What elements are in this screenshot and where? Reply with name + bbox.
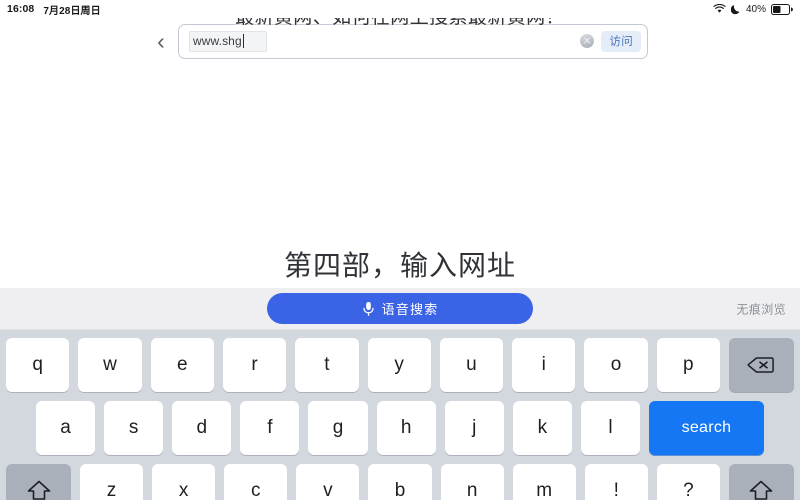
- search-key[interactable]: search: [648, 401, 764, 455]
- key-a[interactable]: a: [36, 401, 96, 455]
- status-time: 16:08: [7, 3, 35, 15]
- shift-icon: [748, 479, 774, 500]
- url-field-actions: 访问: [580, 30, 641, 52]
- key-d[interactable]: d: [172, 401, 232, 455]
- key-m[interactable]: m: [512, 464, 576, 500]
- backspace-key[interactable]: [728, 338, 794, 392]
- shift-key-right[interactable]: [728, 464, 794, 500]
- key-h[interactable]: h: [376, 401, 436, 455]
- moon-icon: [730, 4, 741, 15]
- key-t[interactable]: t: [295, 338, 359, 392]
- phone-screen: 16:08 7月28日周日 40% ‹ www.shg 访问 第四部，输入网址 …: [0, 0, 800, 500]
- key-question[interactable]: ?: [656, 464, 720, 500]
- key-r[interactable]: r: [222, 338, 287, 392]
- key-p[interactable]: p: [656, 338, 720, 392]
- keyboard-row-1: q w e r t y u i o p: [6, 338, 794, 392]
- clear-circle-icon[interactable]: [580, 34, 595, 48]
- battery-percent-label: 40%: [745, 3, 766, 15]
- status-bar-right: 40%: [713, 3, 793, 15]
- status-bar: 16:08 7月28日周日 40%: [0, 0, 800, 18]
- keyboard-rows: q w e r t y u i o p a s d f g h j k l se…: [0, 330, 800, 500]
- status-bar-left: 16:08 7月28日周日: [7, 2, 101, 17]
- key-c[interactable]: c: [224, 464, 288, 500]
- url-field[interactable]: www.shg 访问: [178, 23, 648, 59]
- key-y[interactable]: y: [367, 338, 431, 392]
- key-i[interactable]: i: [512, 338, 576, 392]
- shift-icon: [26, 479, 52, 500]
- keyboard-toolbar: 语音搜索 无痕浏览: [0, 288, 800, 330]
- key-n[interactable]: n: [440, 464, 504, 500]
- key-b[interactable]: b: [368, 464, 432, 500]
- virtual-keyboard: 语音搜索 无痕浏览 q w e r t y u i o p a s d f g …: [0, 288, 800, 500]
- keyboard-row-2: a s d f g h j k l search: [6, 401, 794, 455]
- battery-icon: [771, 3, 793, 15]
- key-o[interactable]: o: [584, 338, 648, 392]
- key-u[interactable]: u: [439, 338, 504, 392]
- key-s[interactable]: s: [104, 401, 164, 455]
- text-caret: [242, 34, 245, 48]
- key-q[interactable]: q: [6, 338, 70, 392]
- key-exclamation[interactable]: !: [584, 464, 648, 500]
- visit-button[interactable]: 访问: [601, 30, 641, 52]
- wifi-icon: [713, 4, 726, 14]
- status-date: 7月28日周日: [43, 5, 101, 17]
- key-j[interactable]: j: [444, 401, 504, 455]
- incognito-button[interactable]: 无痕浏览: [736, 300, 786, 317]
- key-g[interactable]: g: [308, 401, 368, 455]
- key-v[interactable]: v: [296, 464, 360, 500]
- voice-search-button[interactable]: 语音搜索: [267, 293, 533, 324]
- key-z[interactable]: z: [80, 464, 144, 500]
- key-f[interactable]: f: [240, 401, 300, 455]
- keyboard-row-3: z x c v b n m ! ?: [6, 464, 794, 500]
- microphone-icon: [362, 301, 375, 317]
- key-x[interactable]: x: [152, 464, 216, 500]
- key-l[interactable]: l: [580, 401, 640, 455]
- voice-search-label: 语音搜索: [381, 302, 439, 317]
- step-caption: 第四部，输入网址: [283, 250, 516, 281]
- backspace-icon: [747, 355, 775, 375]
- key-w[interactable]: w: [78, 338, 142, 392]
- key-e[interactable]: e: [150, 338, 214, 392]
- key-k[interactable]: k: [512, 401, 572, 455]
- url-input[interactable]: www.shg: [193, 34, 242, 48]
- browser-url-bar: ‹ www.shg 访问: [148, 21, 648, 61]
- shift-key-left[interactable]: [6, 464, 71, 500]
- url-input-wrapper[interactable]: www.shg: [189, 30, 267, 52]
- back-button[interactable]: ‹: [148, 24, 174, 58]
